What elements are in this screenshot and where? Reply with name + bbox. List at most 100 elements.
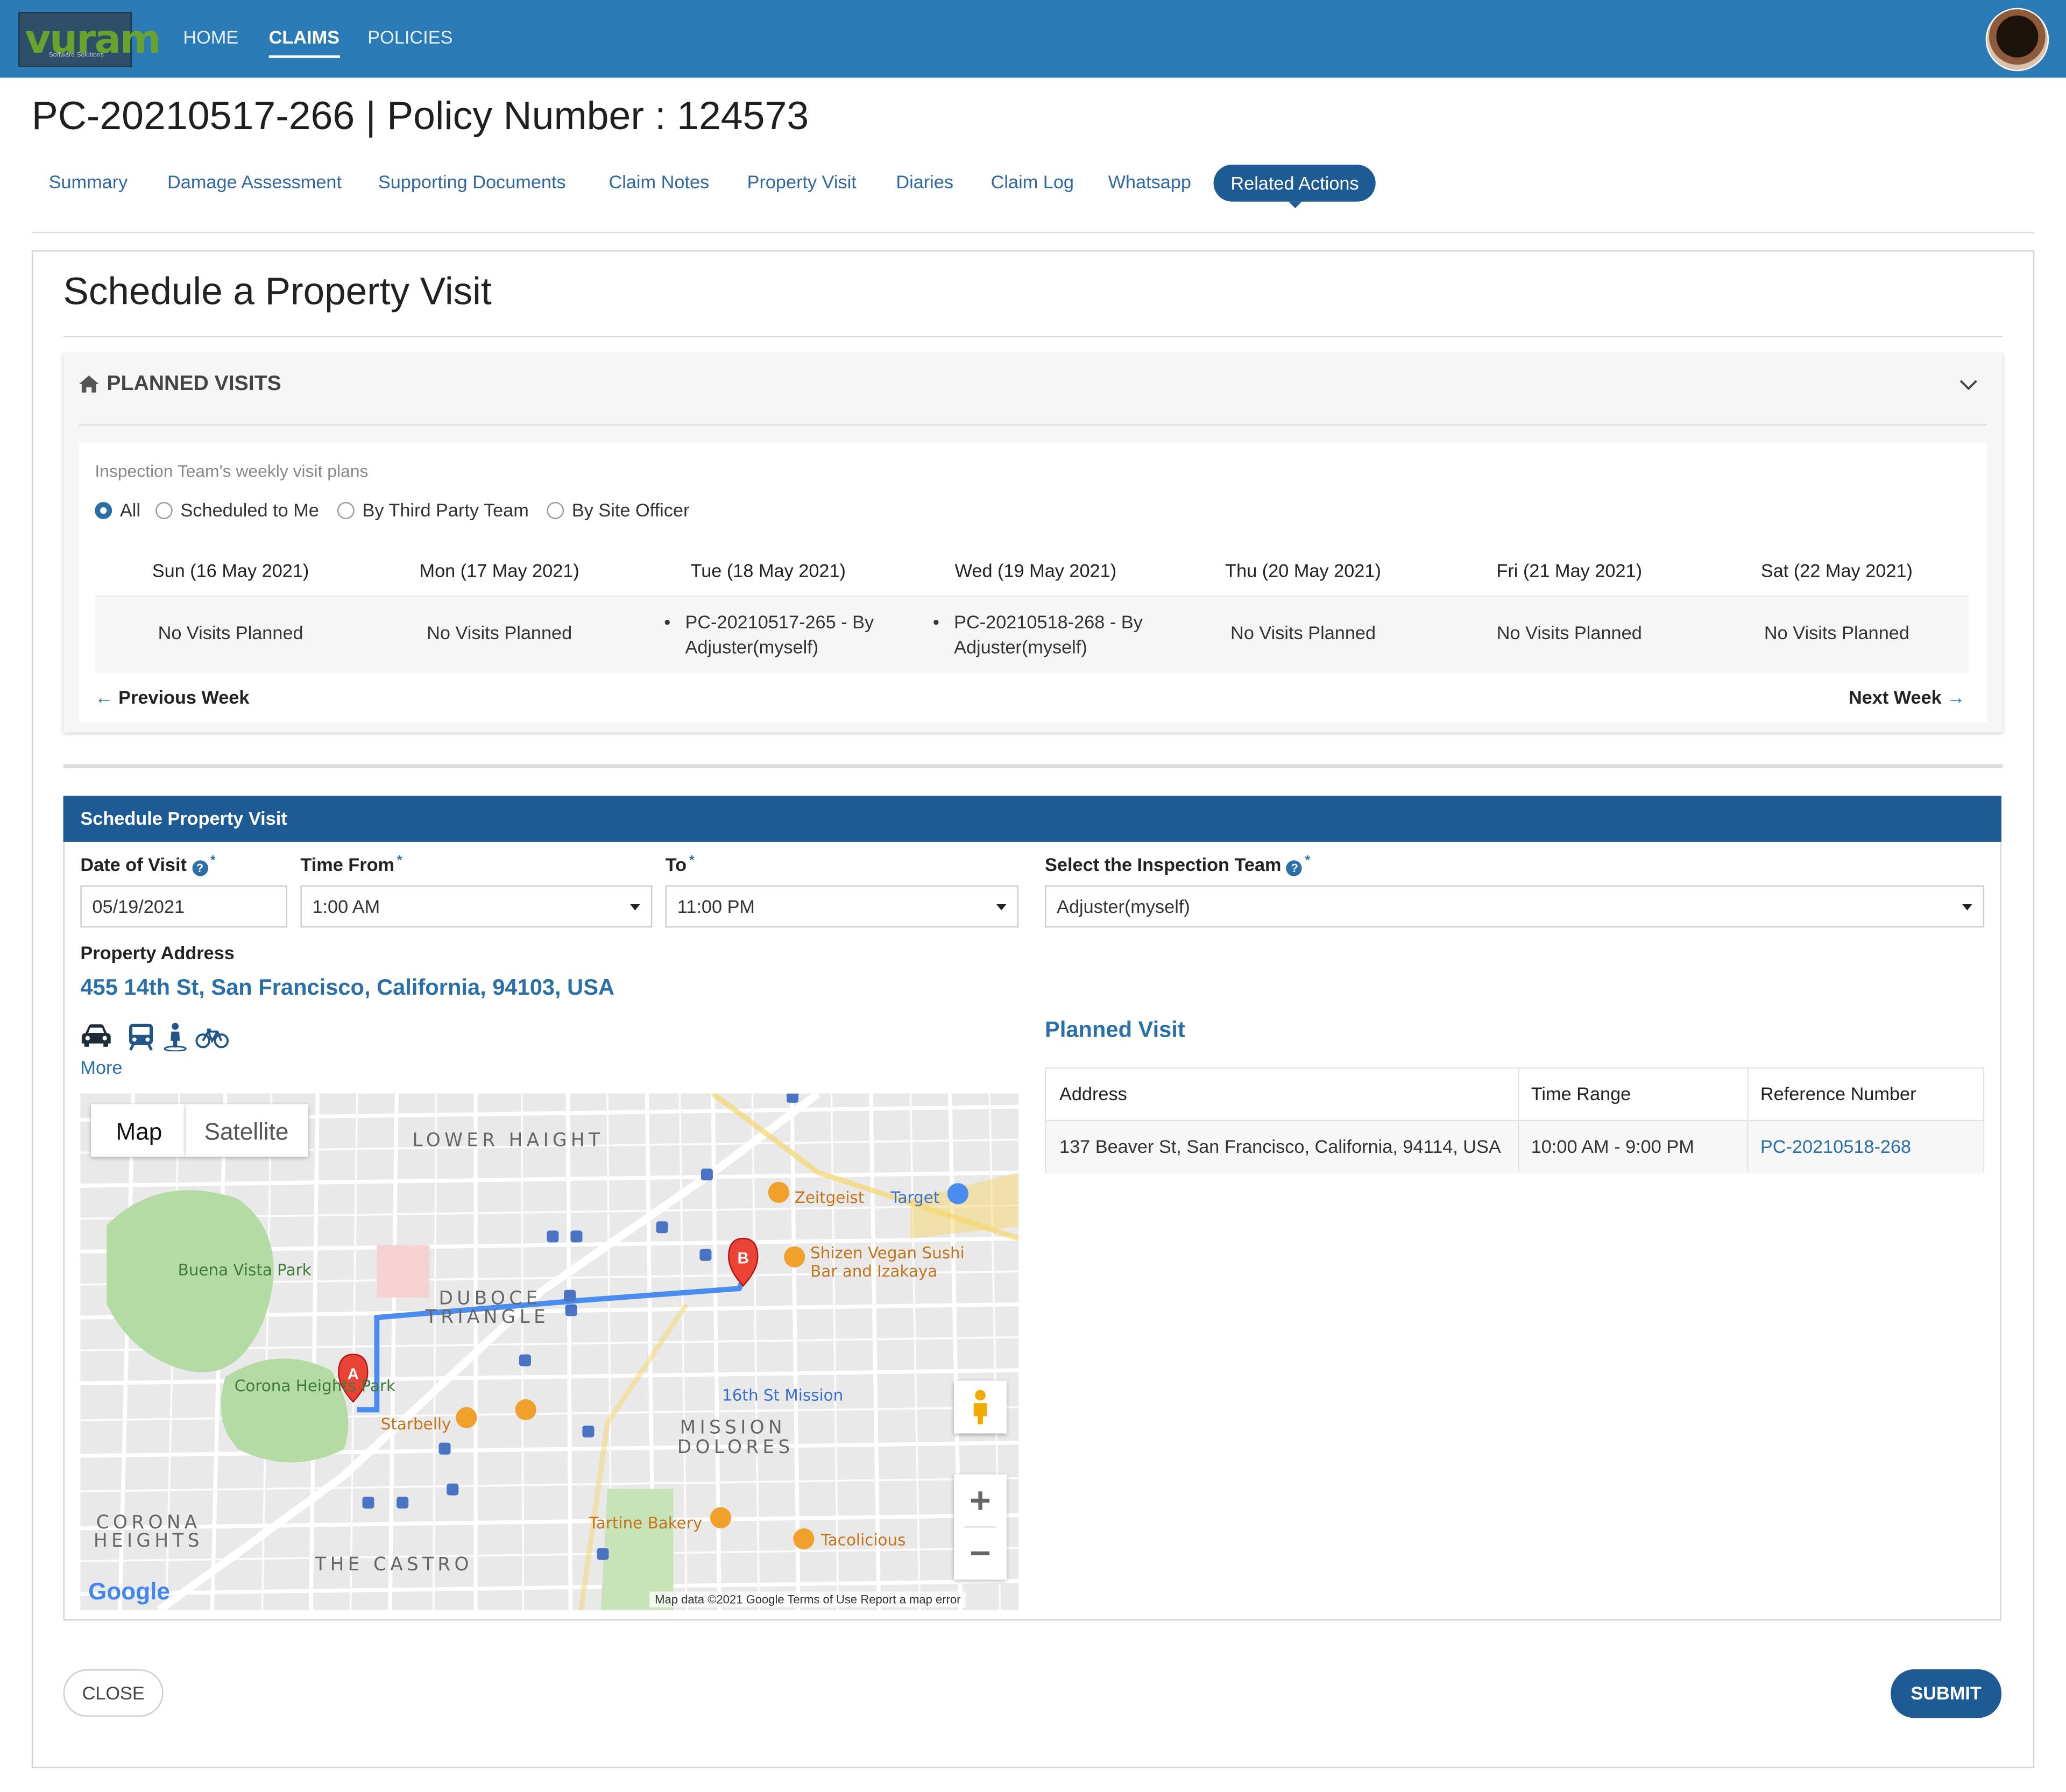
- team-value: Adjuster(myself): [1057, 896, 1190, 917]
- time-to-select[interactable]: 11:00 PM: [665, 885, 1019, 928]
- next-week-link[interactable]: Next Week →: [1849, 686, 1965, 707]
- zoom-out-icon[interactable]: [954, 1527, 1007, 1579]
- table-header-address: Address: [1059, 1083, 1127, 1104]
- svg-text:MISSION: MISSION: [680, 1417, 786, 1439]
- svg-text:Corona Heights Park: Corona Heights Park: [235, 1377, 395, 1395]
- google-logo: Google: [88, 1578, 170, 1605]
- time-from-value: 1:00 AM: [312, 896, 380, 917]
- tab-claim-log[interactable]: Claim Log: [991, 171, 1074, 192]
- chevron-down-icon[interactable]: [1958, 374, 1979, 402]
- inspection-team-select[interactable]: Adjuster(myself): [1045, 885, 1985, 928]
- tab-divider: [31, 232, 2035, 233]
- schedule-visit-title: Schedule Property Visit: [80, 808, 287, 829]
- filter-site-officer-radio[interactable]: By Site Officer: [547, 499, 689, 520]
- svg-text:TRIANGLE: TRIANGLE: [425, 1306, 549, 1328]
- required-marker: *: [1305, 853, 1311, 868]
- filter-scheduled-to-me-radio[interactable]: Scheduled to Me: [155, 499, 319, 520]
- help-icon[interactable]: ?: [1286, 860, 1303, 876]
- day-cell-mon: No Visits Planned: [427, 621, 572, 643]
- team-label-text: Select the Inspection Team: [1045, 853, 1282, 875]
- previous-week-label: Previous Week: [118, 686, 250, 708]
- tab-damage-assessment[interactable]: Damage Assessment: [167, 171, 342, 192]
- tab-supporting-documents[interactable]: Supporting Documents: [378, 171, 566, 192]
- day-header-tue: Tue (18 May 2021): [690, 559, 846, 582]
- filter-site-officer-label: By Site Officer: [571, 499, 690, 521]
- svg-text:B: B: [738, 1250, 749, 1267]
- required-marker: *: [689, 853, 695, 868]
- time-from-label: Time From *: [300, 854, 402, 875]
- weekly-plan-subtitle: Inspection Team's weekly visit plans: [95, 461, 369, 481]
- day-header-thu: Thu (20 May 2021): [1225, 559, 1381, 582]
- filter-third-party-radio[interactable]: By Third Party Team: [337, 499, 529, 520]
- svg-text:Starbelly: Starbelly: [381, 1415, 451, 1433]
- map-canvas: A B LOWER HAIGHT DUBOCE TRIANGLE MISSION…: [80, 1093, 1019, 1610]
- dropdown-caret-icon: [1962, 904, 1973, 911]
- arrow-right-icon: →: [1941, 686, 1965, 708]
- bicycle-icon[interactable]: [195, 1028, 229, 1055]
- page-title: Schedule a Property Visit: [63, 271, 492, 314]
- tab-summary[interactable]: Summary: [49, 171, 128, 192]
- property-address: 455 14th St, San Francisco, California, …: [80, 975, 615, 1000]
- table-cell-reference-link[interactable]: PC-20210518-268: [1760, 1136, 1911, 1157]
- svg-text:Bar and Izakaya: Bar and Izakaya: [810, 1262, 937, 1280]
- tab-diaries[interactable]: Diaries: [896, 171, 953, 192]
- satellite-view-button[interactable]: Satellite: [186, 1104, 309, 1157]
- help-icon[interactable]: ?: [192, 860, 208, 876]
- svg-text:THE CASTRO: THE CASTRO: [314, 1554, 473, 1575]
- walking-icon[interactable]: [164, 1022, 187, 1058]
- day-header-fri: Fri (21 May 2021): [1496, 559, 1643, 582]
- tab-related-actions[interactable]: Related Actions: [1213, 165, 1376, 208]
- day-cell-tue[interactable]: PC-20210517-265 - By Adjuster(myself): [664, 610, 909, 660]
- nav-home[interactable]: HOME: [183, 26, 238, 47]
- svg-text:DOLORES: DOLORES: [677, 1436, 794, 1458]
- claim-title: PC-20210517-266 | Policy Number : 124573: [31, 95, 809, 139]
- zoom-in-icon[interactable]: [954, 1474, 1007, 1527]
- top-navbar: vuram Software Solutions HOME CLAIMS POL…: [0, 0, 2066, 78]
- day-cell-sat: No Visits Planned: [1764, 621, 1909, 643]
- dropdown-caret-icon: [629, 904, 641, 911]
- planned-visits-title: PLANNED VISITS: [107, 373, 281, 395]
- nav-policies[interactable]: POLICIES: [367, 26, 452, 47]
- planned-visits-header[interactable]: PLANNED VISITS: [79, 373, 281, 399]
- time-to-label-text: To: [665, 853, 687, 875]
- section-divider: [63, 764, 2003, 768]
- table-header-time-range: Time Range: [1531, 1083, 1631, 1104]
- filter-all-radio[interactable]: All: [95, 499, 140, 520]
- column-divider: [1747, 1068, 1749, 1172]
- column-divider: [1518, 1068, 1519, 1172]
- map-view-button[interactable]: Map: [90, 1104, 186, 1157]
- tab-property-visit[interactable]: Property Visit: [747, 171, 857, 192]
- arrow-left-icon: ←: [95, 686, 119, 708]
- dropdown-caret-icon: [996, 904, 1007, 911]
- filter-third-party-label: By Third Party Team: [362, 499, 529, 521]
- tab-claim-notes[interactable]: Claim Notes: [609, 171, 709, 192]
- map-attribution[interactable]: Map data ©2021 Google Terms of Use Repor…: [649, 1591, 966, 1607]
- transit-icon[interactable]: [126, 1022, 155, 1058]
- user-avatar[interactable]: [1985, 8, 2049, 72]
- day-cell-wed[interactable]: PC-20210518-268 - By Adjuster(myself): [933, 610, 1178, 660]
- nav-claims[interactable]: CLAIMS: [268, 26, 339, 58]
- svg-text:Tartine Bakery: Tartine Bakery: [589, 1514, 703, 1532]
- table-cell-address: 137 Beaver St, San Francisco, California…: [1059, 1136, 1501, 1157]
- logo-subtext: Software Solutions: [48, 51, 104, 60]
- weekly-plan-area: [79, 442, 1987, 723]
- satellite-view-label: Satellite: [204, 1118, 289, 1145]
- radio-icon: [337, 502, 355, 519]
- company-logo[interactable]: vuram Software Solutions: [18, 12, 161, 67]
- previous-week-link[interactable]: ← Previous Week: [95, 686, 249, 707]
- svg-text:LOWER HAIGHT: LOWER HAIGHT: [413, 1130, 604, 1151]
- more-travel-modes-link[interactable]: More: [80, 1057, 122, 1078]
- filter-scheduled-label: Scheduled to Me: [180, 499, 319, 521]
- car-icon[interactable]: [80, 1022, 112, 1055]
- street-view-pegman-icon[interactable]: [954, 1380, 1007, 1434]
- radio-checked-icon: [95, 502, 112, 519]
- route-map[interactable]: A B LOWER HAIGHT DUBOCE TRIANGLE MISSION…: [80, 1093, 1019, 1610]
- time-to-label: To *: [666, 854, 695, 875]
- next-week-label: Next Week: [1848, 686, 1942, 708]
- tab-whatsapp[interactable]: Whatsapp: [1108, 171, 1191, 192]
- time-from-select[interactable]: 1:00 AM: [300, 885, 653, 928]
- svg-text:Tacolicious: Tacolicious: [820, 1531, 906, 1549]
- submit-button[interactable]: SUBMIT: [1891, 1669, 2002, 1718]
- close-button[interactable]: CLOSE: [63, 1669, 164, 1717]
- date-of-visit-input[interactable]: 05/19/2021: [80, 885, 287, 928]
